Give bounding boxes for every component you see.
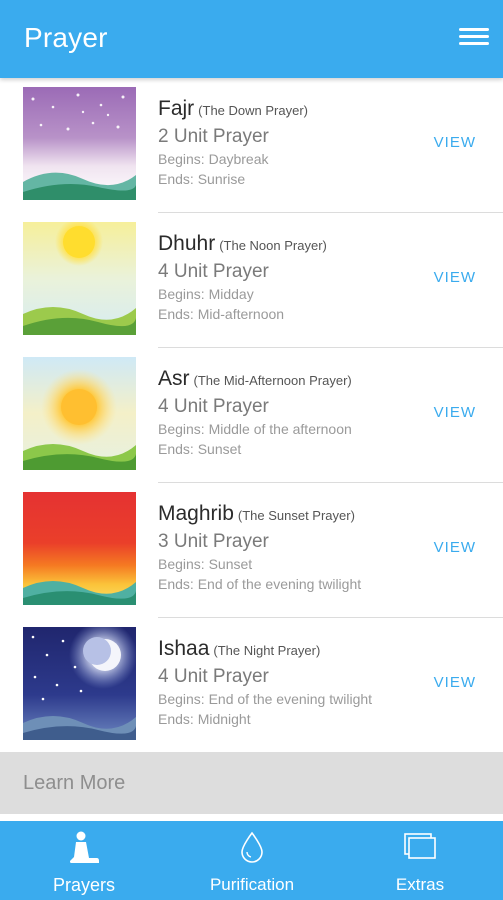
sunset-sky-illustration: [23, 492, 136, 605]
nav-label: Prayers: [52, 875, 115, 895]
prayer-units: 2 Unit Prayer: [158, 126, 269, 147]
prayer-ends: Ends: Midnight: [158, 711, 251, 727]
bottom-nav: Prayers Purification Extras: [0, 821, 503, 900]
prayer-units: 3 Unit Prayer: [158, 531, 269, 552]
prayer-name: Fajr: [158, 97, 195, 120]
prayer-info: Maghrib (The Sunset Prayer) 3 Unit Prayer…: [158, 502, 361, 594]
prayer-units: 4 Unit Prayer: [158, 666, 269, 687]
prayer-begins: Begins: Middle of the afternoon: [158, 421, 352, 437]
prayer-begins: Begins: Daybreak: [158, 151, 269, 167]
prayer-row-asr[interactable]: Asr (The Mid-Afternoon Prayer) 4 Unit Pra…: [0, 348, 503, 483]
prayer-subtitle: (The Night Prayer): [213, 643, 321, 658]
prayer-subtitle: (The Sunset Prayer): [237, 508, 355, 523]
prayer-begins: Begins: Midday: [158, 286, 254, 302]
dawn-sky-illustration: [23, 87, 136, 200]
learn-more-button[interactable]: Learn More: [0, 752, 503, 814]
view-button-fajr[interactable]: VIEW: [434, 134, 476, 151]
prayer-row-dhuhr[interactable]: Dhuhr (The Noon Prayer) 4 Unit Prayer Beg…: [0, 213, 503, 348]
nav-item-purification[interactable]: Purification: [168, 821, 336, 900]
prayer-begins: Begins: End of the evening twilight: [158, 691, 373, 707]
night-moon-illustration: [23, 627, 136, 740]
prayer-name: Asr: [158, 367, 190, 390]
view-button-asr[interactable]: VIEW: [434, 404, 476, 421]
prayer-ends: Ends: End of the evening twilight: [158, 576, 362, 592]
view-button-ishaa[interactable]: VIEW: [434, 674, 476, 691]
prayer-name: Ishaa: [158, 637, 210, 660]
prayer-list: Fajr (The Down Prayer) 2 Unit Prayer Begi…: [0, 78, 503, 752]
prayer-row-fajr[interactable]: Fajr (The Down Prayer) 2 Unit Prayer Begi…: [0, 78, 503, 213]
stacked-windows-icon: [403, 831, 437, 866]
noon-sun-illustration: [23, 222, 136, 335]
prayer-ends: Ends: Sunset: [158, 441, 242, 457]
prayer-name: Dhuhr: [158, 232, 216, 255]
prayer-row-maghrib[interactable]: Maghrib (The Sunset Prayer) 3 Unit Prayer…: [0, 483, 503, 618]
prayer-units: 4 Unit Prayer: [158, 261, 269, 282]
view-button-maghrib[interactable]: VIEW: [434, 539, 476, 556]
prayer-info: Fajr (The Down Prayer) 2 Unit Prayer Begi…: [158, 97, 308, 189]
praying-person-icon: [67, 831, 101, 872]
hamburger-menu-icon[interactable]: [459, 24, 489, 52]
prayer-subtitle: (The Mid-Afternoon Prayer): [193, 373, 352, 388]
view-button-dhuhr[interactable]: VIEW: [434, 269, 476, 286]
nav-label: Purification: [209, 875, 295, 894]
prayer-units: 4 Unit Prayer: [158, 396, 269, 417]
prayer-subtitle: (The Down Prayer): [198, 103, 308, 118]
afternoon-sun-illustration: [23, 357, 136, 470]
prayer-info: Dhuhr (The Noon Prayer) 4 Unit Prayer Beg…: [158, 232, 327, 324]
water-drop-icon: [239, 831, 265, 868]
prayer-name: Maghrib: [158, 502, 234, 525]
prayer-info: Ishaa (The Night Prayer) 4 Unit Prayer Be…: [158, 637, 372, 729]
prayer-row-ishaa[interactable]: Ishaa (The Night Prayer) 4 Unit Prayer Be…: [0, 618, 503, 753]
page-title: Prayer: [24, 22, 108, 53]
prayer-subtitle: (The Noon Prayer): [219, 238, 327, 253]
prayer-info: Asr (The Mid-Afternoon Prayer) 4 Unit Pra…: [158, 367, 352, 459]
nav-label: Extras: [395, 875, 445, 894]
prayer-ends: Ends: Sunrise: [158, 171, 246, 187]
app-bar: Prayer: [0, 0, 503, 78]
nav-item-prayers[interactable]: Prayers: [0, 821, 168, 900]
prayer-ends: Ends: Mid-afternoon: [158, 306, 285, 322]
nav-item-extras[interactable]: Extras: [336, 821, 503, 900]
prayer-begins: Begins: Sunset: [158, 556, 253, 572]
